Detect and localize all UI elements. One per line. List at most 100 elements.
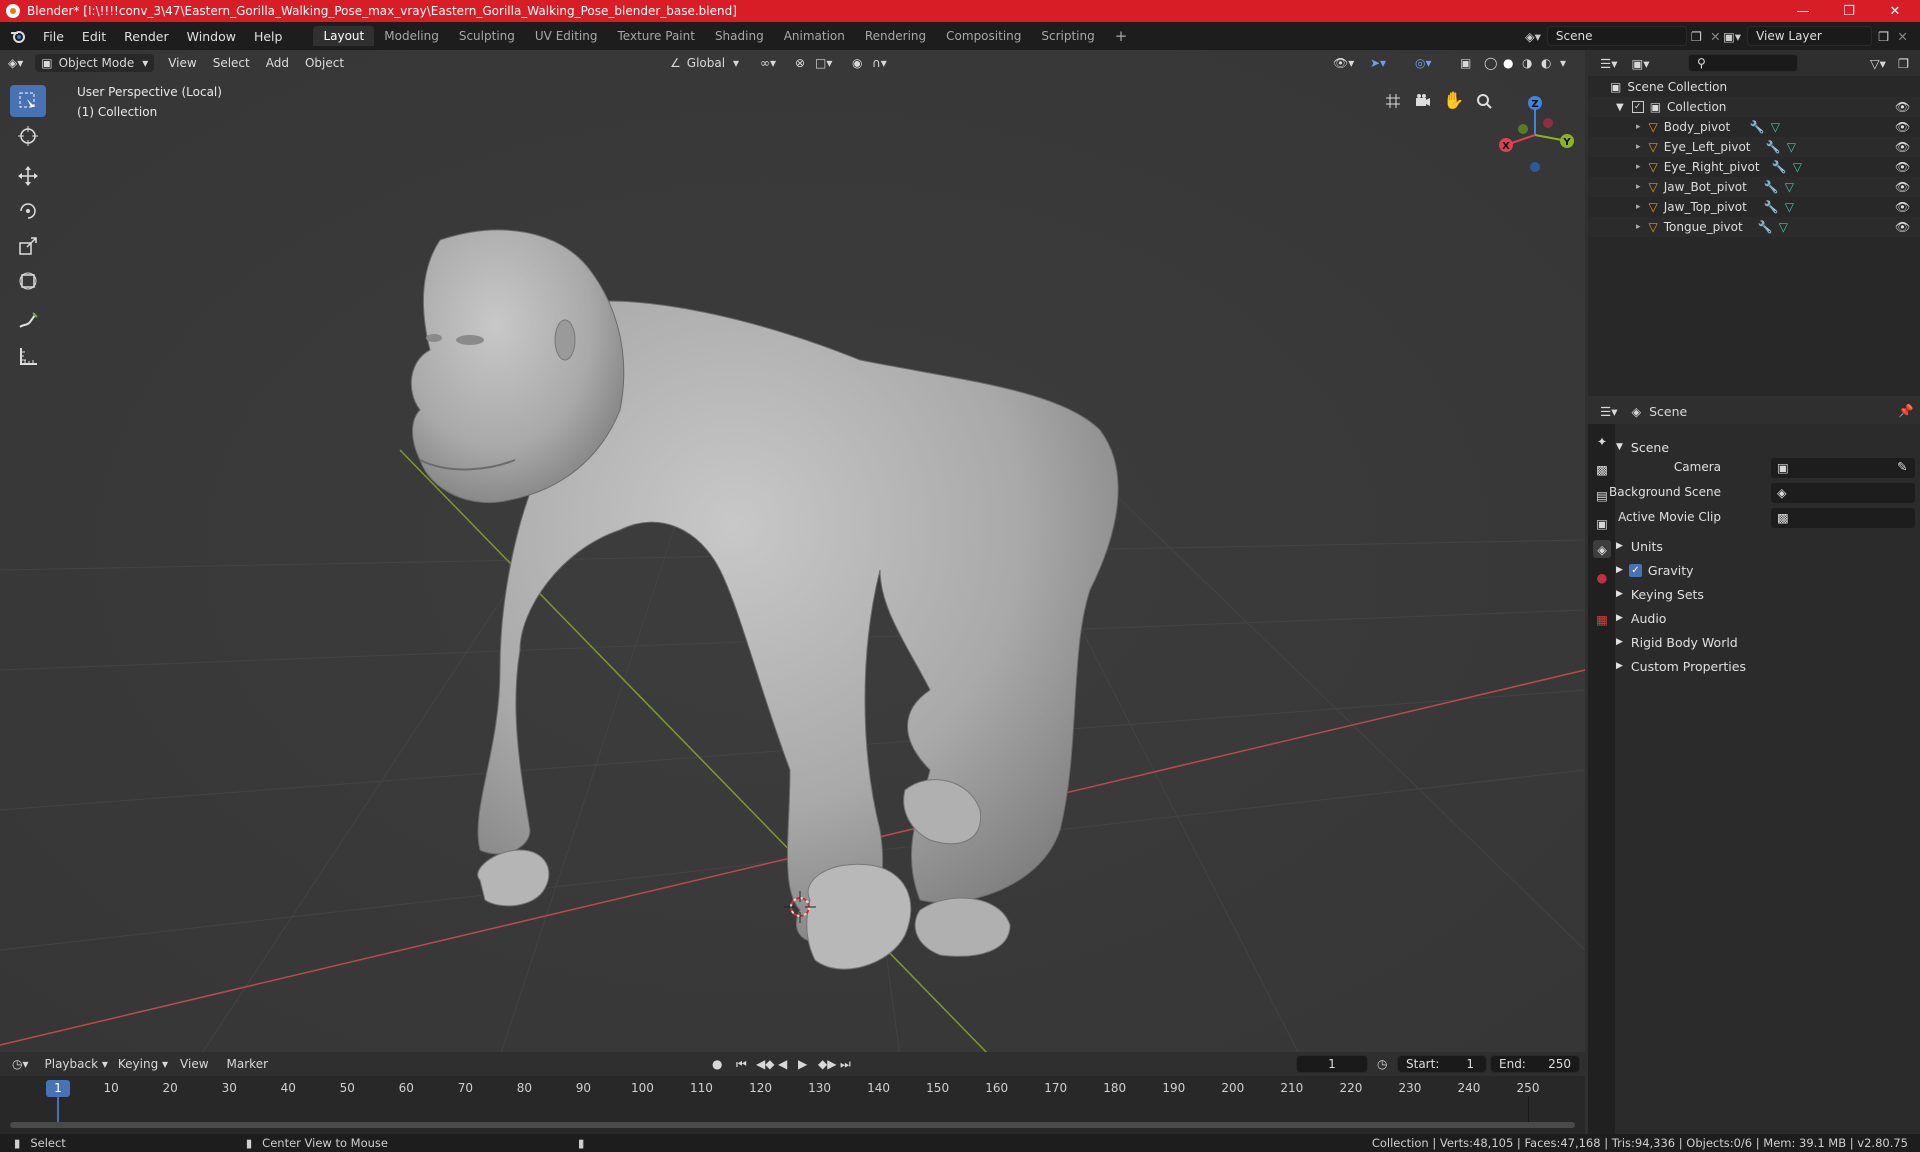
modifier-wrench-icon[interactable]: 🔧 — [1758, 220, 1773, 234]
mode-dropdown[interactable]: ▣ Object Mode ▾ — [35, 54, 155, 72]
visibility-eye-icon[interactable]: 👁 — [1895, 220, 1910, 234]
outliner-row-object[interactable]: ▸ ▽ Tongue_pivot 🔧 ▽ 👁 — [1588, 217, 1920, 237]
preview-range-icon[interactable]: ◷ — [1377, 1057, 1387, 1071]
transform-orientation-dropdown[interactable]: ∠ Global ▾ — [670, 56, 739, 70]
visibility-eye-icon[interactable]: 👁 — [1895, 140, 1910, 154]
visibility-eye-icon[interactable]: 👁 — [1895, 180, 1910, 194]
playback-menu[interactable]: Playback ▾ — [45, 1057, 108, 1071]
tab-compositing[interactable]: Compositing — [936, 26, 1031, 46]
next-keyframe-icon[interactable]: ◆▶ — [818, 1057, 836, 1071]
expand-arrow-icon[interactable]: ▸ — [1636, 222, 1641, 232]
menu-edit[interactable]: Edit — [73, 29, 115, 44]
visibility-eye-icon[interactable]: 👁 — [1895, 160, 1910, 174]
expand-arrow-icon[interactable]: ▸ — [1636, 202, 1641, 212]
current-frame-field[interactable]: 1 — [1296, 1055, 1368, 1073]
start-frame-field[interactable]: Start: 1 — [1397, 1055, 1487, 1073]
tab-animation[interactable]: Animation — [774, 26, 855, 46]
play-icon[interactable]: ▶ — [798, 1057, 807, 1071]
keying-menu[interactable]: Keying ▾ — [118, 1057, 168, 1071]
view-layer-selector-icon[interactable]: ▣▾ — [1723, 29, 1741, 44]
mesh-data-icon[interactable]: ▽ — [1771, 120, 1780, 134]
timeline-editor[interactable]: ◷▾ Playback ▾ Keying ▾ View Marker ● ⏮ ◀… — [0, 1052, 1585, 1134]
menu-render[interactable]: Render — [115, 29, 178, 44]
outliner-row-object[interactable]: ▸ ▽ Jaw_Bot_pivot 🔧 ▽ 👁 — [1588, 177, 1920, 197]
expand-arrow-icon[interactable]: ▸ — [1636, 142, 1641, 152]
menu-help[interactable]: Help — [245, 29, 292, 44]
mesh-data-icon[interactable]: ▽ — [1785, 180, 1794, 194]
viewport-menu-add[interactable]: Add — [258, 54, 297, 72]
navigation-gizmo[interactable]: Z Y X — [1490, 85, 1580, 175]
timeline-editor-type-icon[interactable]: ◷▾ — [12, 1057, 29, 1071]
add-workspace-icon[interactable]: + — [1105, 24, 1138, 48]
view-layer-tab-icon[interactable]: ▣ — [1593, 514, 1611, 532]
world-tab-icon[interactable]: ● — [1593, 568, 1611, 586]
record-icon[interactable]: ● — [712, 1057, 722, 1071]
tab-layout[interactable]: Layout — [313, 26, 375, 46]
rotate-tool[interactable] — [10, 195, 46, 227]
tab-rendering[interactable]: Rendering — [855, 26, 936, 46]
active-movie-clip-field[interactable]: ▩ — [1771, 508, 1915, 528]
render-tab-icon[interactable]: ▩ — [1593, 460, 1611, 478]
camera-field[interactable]: ▣ ✎ — [1771, 458, 1915, 478]
select-box-tool[interactable] — [10, 85, 46, 117]
timeline-view-menu[interactable]: View — [180, 1057, 208, 1071]
delete-view-layer-icon[interactable]: ✕ — [1897, 29, 1907, 44]
background-scene-field[interactable]: ◈ — [1771, 483, 1915, 503]
blender-menu-icon[interactable] — [10, 28, 26, 44]
outliner-row-object[interactable]: ▸ ▽ Eye_Left_pivot 🔧 ▽ 👁 — [1588, 137, 1920, 157]
scene-field[interactable]: Scene — [1546, 26, 1687, 46]
menu-window[interactable]: Window — [178, 29, 245, 44]
tab-modeling[interactable]: Modeling — [374, 26, 449, 46]
tab-scripting[interactable]: Scripting — [1031, 26, 1104, 46]
new-view-layer-icon[interactable]: ❐ — [1878, 29, 1889, 44]
expand-arrow-icon[interactable]: ▸ — [1636, 122, 1641, 132]
pin-icon[interactable]: 📌 — [1898, 403, 1914, 419]
modifier-wrench-icon[interactable]: 🔧 — [1764, 180, 1779, 194]
rigid-body-world-panel-header[interactable]: ▶ Rigid Body World — [1616, 631, 1918, 653]
collection-checkbox[interactable]: ✓ — [1631, 101, 1644, 113]
gravity-panel-header[interactable]: ▶ ✓ Gravity — [1616, 559, 1918, 581]
editor-type-icon[interactable]: ◈▾ — [0, 54, 31, 72]
viewport-menu-object[interactable]: Object — [297, 54, 352, 72]
mesh-data-icon[interactable]: ▽ — [1793, 160, 1802, 174]
modifier-wrench-icon[interactable]: 🔧 — [1772, 160, 1787, 174]
move-tool[interactable] — [10, 160, 46, 192]
viewport-menu-view[interactable]: View — [160, 54, 204, 72]
modifier-wrench-icon[interactable]: 🔧 — [1766, 140, 1781, 154]
units-panel-header[interactable]: ▶ Units — [1616, 535, 1918, 557]
pivot-point-icon[interactable]: ∞▾ — [760, 56, 776, 70]
outliner-row-object[interactable]: ▸ ▽ Jaw_Top_pivot 🔧 ▽ 👁 — [1588, 197, 1920, 217]
mesh-data-icon[interactable]: ▽ — [1779, 220, 1788, 234]
visibility-eye-icon[interactable]: 👁 — [1895, 100, 1910, 114]
gravity-checkbox[interactable]: ✓ — [1628, 563, 1642, 577]
gizmo-toggle-icon[interactable]: ➤▾ — [1370, 56, 1386, 70]
menu-file[interactable]: File — [34, 29, 73, 44]
keying-sets-panel-header[interactable]: ▶ Keying Sets — [1616, 583, 1918, 605]
solid-shading-icon[interactable]: ● — [1503, 56, 1513, 70]
scale-tool[interactable] — [10, 230, 46, 262]
rendered-shading-icon[interactable]: ◐ — [1541, 56, 1551, 70]
outliner-search-input[interactable]: ⚲ — [1688, 54, 1798, 72]
pan-view-icon[interactable]: ✋ — [1441, 88, 1467, 114]
jump-end-icon[interactable]: ⏭ — [840, 1057, 851, 1072]
delete-scene-icon[interactable]: ✕ — [1710, 29, 1720, 44]
shading-options-icon[interactable]: ▾ — [1560, 56, 1566, 70]
snap-target-icon[interactable]: □▾ — [815, 56, 832, 70]
marker-menu[interactable]: Marker — [227, 1057, 268, 1071]
scene-panel-header[interactable]: ▼ Scene — [1616, 436, 1918, 458]
wireframe-shading-icon[interactable]: ◯ — [1484, 56, 1497, 70]
display-mode-icon[interactable]: ▣▾ — [1631, 56, 1649, 71]
tab-sculpting[interactable]: Sculpting — [449, 26, 525, 46]
collapse-arrow-icon[interactable]: ▼ — [1616, 102, 1624, 113]
annotate-tool[interactable] — [10, 305, 46, 337]
minimize-icon[interactable]: — — [1780, 0, 1826, 22]
filter-icon[interactable]: ▽▾ — [1870, 56, 1886, 71]
audio-panel-header[interactable]: ▶ Audio — [1616, 607, 1918, 629]
tab-uv-editing[interactable]: UV Editing — [525, 26, 608, 46]
visibility-eye-icon[interactable]: 👁 — [1895, 200, 1910, 214]
play-reverse-icon[interactable]: ◀ — [778, 1057, 787, 1071]
new-scene-icon[interactable]: ❐ — [1691, 29, 1702, 44]
visibility-selector-icon[interactable]: 👁▾ — [1333, 56, 1354, 70]
toggle-camera-ortho-icon[interactable] — [1380, 88, 1406, 114]
modifier-wrench-icon[interactable]: 🔧 — [1764, 200, 1779, 214]
